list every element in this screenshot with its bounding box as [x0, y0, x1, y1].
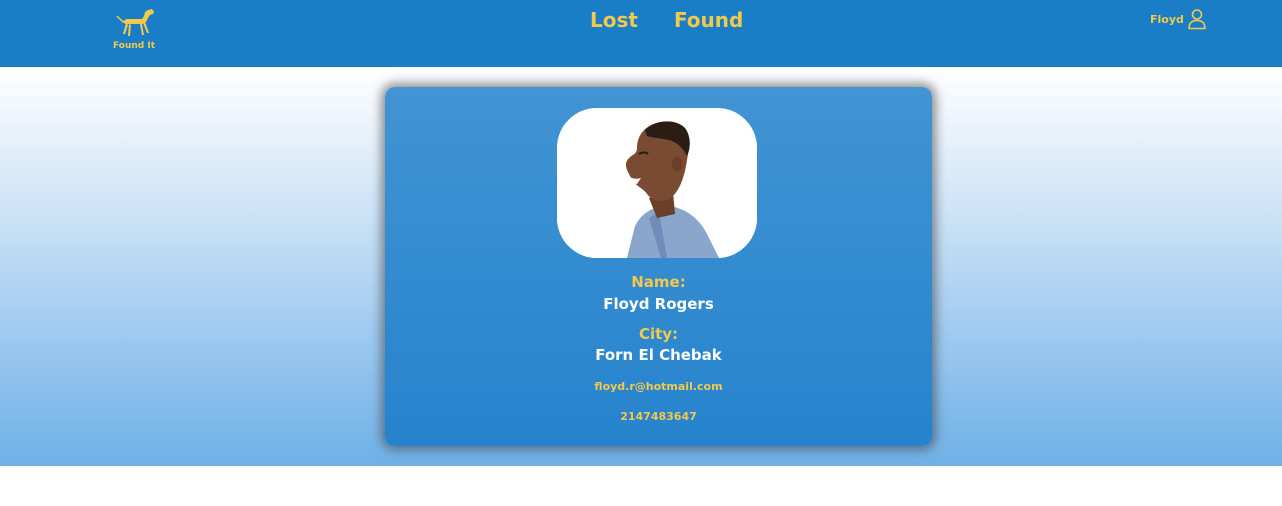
user-menu[interactable]: Floyd: [1150, 8, 1207, 30]
person-photo: [557, 108, 757, 258]
name-label: Name:: [631, 273, 686, 291]
brand-logo[interactable]: Found It: [108, 6, 160, 56]
nav-found-link[interactable]: Found: [674, 8, 743, 32]
phone-text: 2147483647: [620, 410, 697, 423]
dog-icon: [116, 9, 154, 36]
user-icon: [1188, 9, 1206, 30]
profile-card: Name: Floyd Rogers City: Forn El Chebak …: [385, 87, 932, 446]
city-value: Forn El Chebak: [595, 346, 722, 364]
profile-photo: [557, 108, 757, 258]
email-text: floyd.r@hotmail.com: [594, 380, 723, 393]
main-nav: Lost Found: [590, 8, 743, 32]
user-name: Floyd: [1150, 12, 1184, 26]
city-label: City:: [638, 325, 679, 343]
name-value: Floyd Rogers: [603, 295, 714, 313]
top-navbar: Found It Lost Found Floyd: [0, 0, 1282, 67]
nav-lost-link[interactable]: Lost: [590, 8, 638, 32]
brand-name: Found It: [112, 41, 155, 51]
